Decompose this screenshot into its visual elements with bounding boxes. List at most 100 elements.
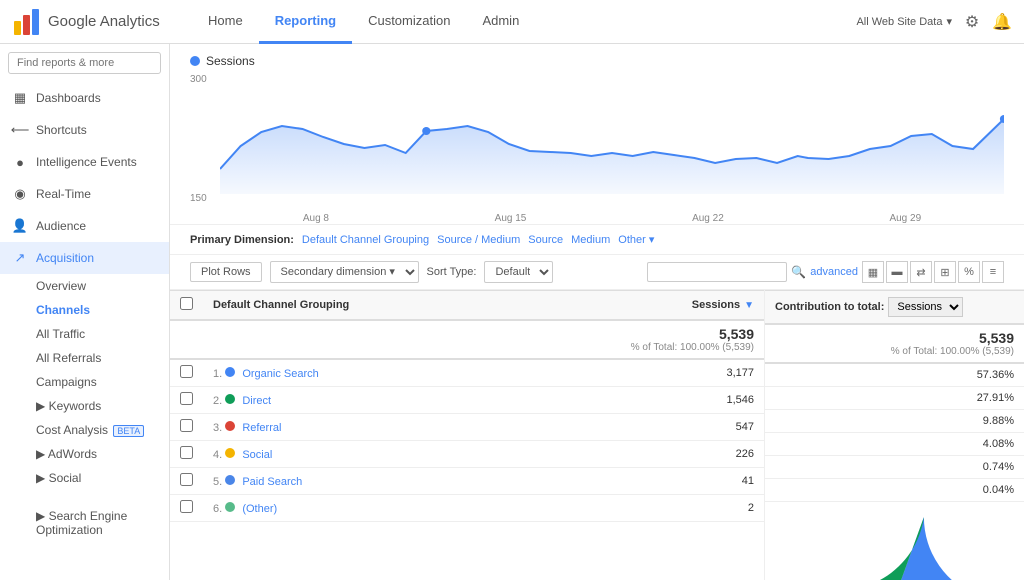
view-icon-percent[interactable]: % bbox=[958, 261, 980, 283]
sidebar-sub-campaigns[interactable]: Campaigns bbox=[0, 370, 169, 394]
sidebar-item-realtime[interactable]: ◉ Real-Time bbox=[0, 178, 169, 210]
top-bar: Google Analytics Home Reporting Customiz… bbox=[0, 0, 1024, 44]
contribution-panel: Contribution to total: Sessions bbox=[764, 290, 1024, 580]
dim-other[interactable]: Other ▾ bbox=[618, 233, 654, 246]
logo-text: Google Analytics bbox=[48, 13, 160, 30]
sidebar-item-intelligence[interactable]: ● Intelligence Events bbox=[0, 146, 169, 178]
sidebar-label-dashboards: Dashboards bbox=[36, 91, 101, 105]
nav-admin[interactable]: Admin bbox=[466, 0, 535, 44]
main-content: Sessions 300 150 bbox=[170, 44, 1024, 580]
view-icon-pivot[interactable]: ⊞ bbox=[934, 261, 956, 283]
sessions-legend-dot bbox=[190, 56, 200, 66]
nav-customization[interactable]: Customization bbox=[352, 0, 466, 44]
sidebar-item-dashboards[interactable]: ▦ Dashboards bbox=[0, 82, 169, 114]
paid-search-link[interactable]: Paid Search bbox=[242, 476, 302, 488]
primary-dim-label: Primary Dimension: bbox=[190, 234, 294, 246]
sidebar-sub-adwords[interactable]: ▶ AdWords bbox=[0, 442, 169, 466]
organic-sessions: 3,177 bbox=[496, 359, 764, 387]
view-icon-grid[interactable]: ▦ bbox=[862, 261, 884, 283]
total-contrib: 5,539 bbox=[775, 330, 1014, 346]
view-icon-table[interactable]: ≡ bbox=[982, 261, 1004, 283]
sidebar-item-acquisition[interactable]: ↗ Acquisition bbox=[0, 242, 169, 274]
sidebar-sub-alltraffic[interactable]: All Traffic bbox=[0, 322, 169, 346]
sidebar-sub-allreferrals[interactable]: All Referrals bbox=[0, 346, 169, 370]
sidebar-label-intelligence: Intelligence Events bbox=[36, 155, 137, 169]
table-header-sessions[interactable]: Sessions ▼ bbox=[496, 291, 764, 321]
view-icon-bar[interactable]: ▬ bbox=[886, 261, 908, 283]
sidebar-sub-social[interactable]: ▶ Social bbox=[0, 466, 169, 490]
total-sessions: 5,539 bbox=[506, 326, 754, 342]
sessions-sort-icon: ▼ bbox=[744, 300, 754, 311]
sidebar: ▦ Dashboards ⟵ Shortcuts ● Intelligence … bbox=[0, 44, 170, 580]
dim-default-channel[interactable]: Default Channel Grouping bbox=[302, 234, 429, 246]
property-selector[interactable]: All Web Site Data ▾ bbox=[856, 15, 952, 28]
other-link[interactable]: (Other) bbox=[242, 503, 277, 515]
row-4-checkbox[interactable] bbox=[180, 446, 193, 459]
table-search-input[interactable] bbox=[647, 262, 787, 282]
settings-icon[interactable]: ⚙ bbox=[962, 12, 982, 32]
social-link[interactable]: Social bbox=[242, 449, 272, 461]
organic-search-link[interactable]: Organic Search bbox=[242, 368, 318, 380]
sidebar-item-audience[interactable]: 👤 Audience bbox=[0, 210, 169, 242]
paid-pct: 0.74% bbox=[765, 456, 1024, 479]
organic-dot bbox=[225, 367, 235, 377]
row-6-checkbox[interactable] bbox=[180, 500, 193, 513]
dim-source[interactable]: Source bbox=[528, 234, 563, 246]
sort-type-select[interactable]: Default bbox=[484, 261, 553, 283]
plot-rows-button[interactable]: Plot Rows bbox=[190, 262, 262, 282]
content-inner: Sessions 300 150 bbox=[170, 44, 1024, 580]
chart-container: 300 150 bbox=[190, 74, 1004, 224]
table-row: 3. Referral 547 bbox=[170, 414, 764, 441]
direct-link[interactable]: Direct bbox=[242, 395, 271, 407]
chart-area: Sessions 300 150 bbox=[170, 44, 1024, 225]
sidebar-sub-keywords[interactable]: ▶ Keywords bbox=[0, 394, 169, 418]
row-1-checkbox[interactable] bbox=[180, 365, 193, 378]
select-all-checkbox[interactable] bbox=[180, 297, 193, 310]
row-2-checkbox[interactable] bbox=[180, 392, 193, 405]
referral-link[interactable]: Referral bbox=[242, 422, 281, 434]
sidebar-sub-seo[interactable]: ▶ Search Engine Optimization bbox=[0, 490, 169, 542]
sort-type-label: Sort Type: bbox=[427, 266, 477, 278]
row-3-checkbox[interactable] bbox=[180, 419, 193, 432]
chart-xaxis: Aug 8 Aug 15 Aug 22 Aug 29 bbox=[220, 213, 1004, 224]
sidebar-label-realtime: Real-Time bbox=[36, 187, 91, 201]
audience-icon: 👤 bbox=[12, 218, 28, 234]
sidebar-sub-channels[interactable]: Channels bbox=[0, 298, 169, 322]
table-row: 2. Direct 1,546 bbox=[170, 387, 764, 414]
property-dropdown-icon: ▾ bbox=[946, 15, 952, 28]
notifications-icon[interactable]: 🔔 bbox=[992, 12, 1012, 32]
search-input[interactable] bbox=[8, 52, 161, 74]
sidebar-item-shortcuts[interactable]: ⟵ Shortcuts bbox=[0, 114, 169, 146]
dim-medium[interactable]: Medium bbox=[571, 234, 610, 246]
sidebar-label-shortcuts: Shortcuts bbox=[36, 123, 87, 137]
dim-source-medium[interactable]: Source / Medium bbox=[437, 234, 520, 246]
view-icon-compare[interactable]: ⇄ bbox=[910, 261, 932, 283]
sidebar-sub-overview[interactable]: Overview bbox=[0, 274, 169, 298]
contrib-row-3: 9.88% bbox=[765, 410, 1024, 433]
main-area: ▦ Dashboards ⟵ Shortcuts ● Intelligence … bbox=[0, 44, 1024, 580]
organic-pct: 57.36% bbox=[765, 363, 1024, 387]
table-header-checkbox bbox=[170, 291, 203, 321]
paid-search-dot bbox=[225, 475, 235, 485]
referral-dot bbox=[225, 421, 235, 431]
property-name: All Web Site Data bbox=[856, 16, 942, 28]
contrib-row-2: 27.91% bbox=[765, 387, 1024, 410]
other-sessions: 2 bbox=[496, 495, 764, 522]
table-header-channel: Default Channel Grouping bbox=[203, 291, 496, 321]
social-dot bbox=[225, 448, 235, 458]
direct-dot bbox=[225, 394, 235, 404]
secondary-dimension-select[interactable]: Secondary dimension ▾ bbox=[270, 261, 419, 283]
direct-sessions: 1,546 bbox=[496, 387, 764, 414]
total-contrib-pct: % of Total: 100.00% (5,539) bbox=[775, 346, 1014, 357]
dashboards-icon: ▦ bbox=[12, 90, 28, 106]
other-pct: 0.04% bbox=[765, 479, 1024, 502]
referral-sessions: 547 bbox=[496, 414, 764, 441]
sidebar-sub-costanalysis[interactable]: Cost Analysis BETA bbox=[0, 418, 169, 442]
row-5-checkbox[interactable] bbox=[180, 473, 193, 486]
app-container: Google Analytics Home Reporting Customiz… bbox=[0, 0, 1024, 580]
contrib-row-4: 4.08% bbox=[765, 433, 1024, 456]
contribution-metric-select[interactable]: Sessions bbox=[888, 297, 963, 317]
nav-home[interactable]: Home bbox=[192, 0, 259, 44]
nav-reporting[interactable]: Reporting bbox=[259, 0, 352, 44]
advanced-search-link[interactable]: advanced bbox=[810, 266, 858, 278]
